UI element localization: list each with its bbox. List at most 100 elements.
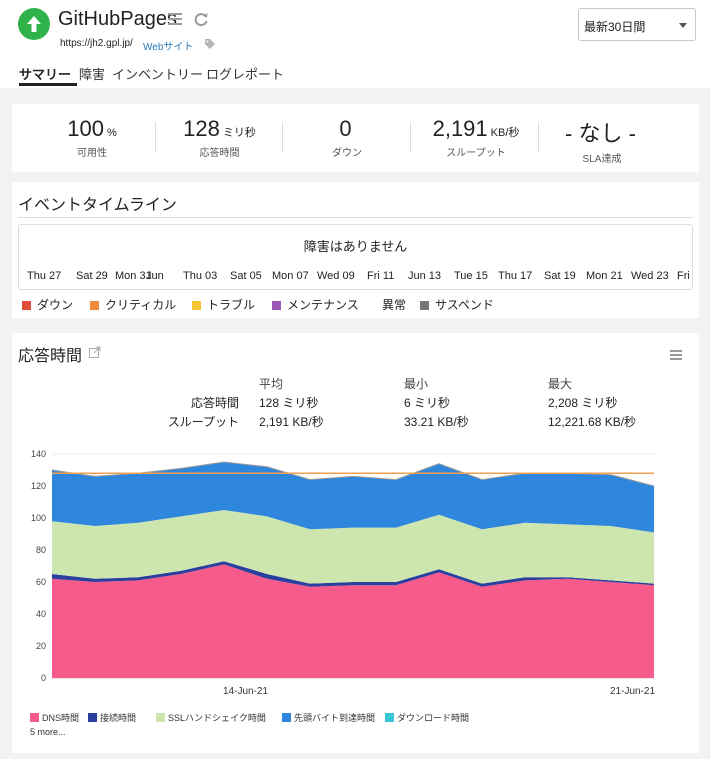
legend-item[interactable]: クリティカル — [90, 296, 176, 313]
x-tick-label: 21-Jun-21 — [610, 686, 655, 697]
summary-metrics: 100% 可用性 128 ミリ秒 応答時間 0 ダウン 2,191 KB/秒 スルー… — [12, 104, 699, 172]
legend-label: 異常 — [382, 298, 407, 312]
metric-unit: % — [106, 127, 117, 139]
metric-value: 100 — [67, 116, 104, 141]
tab-inventory[interactable]: インベントリー — [112, 64, 203, 83]
y-tick-label: 0 — [41, 673, 46, 683]
timeline-date-label: Tue 15 — [454, 270, 488, 282]
stats-header: 最大 — [548, 377, 573, 391]
timeline-date-label: Wed 09 — [317, 270, 355, 282]
series-legend-item[interactable]: SSLハンドシェイク時間 — [156, 711, 266, 724]
response-time-chart[interactable]: 0 20 40 60 80 100 120 140 14-Jun-21 21-Jun-21 — [12, 441, 699, 703]
y-tick-label: 120 — [31, 481, 46, 491]
divider — [410, 122, 411, 152]
metric-label: ダウン — [332, 148, 362, 159]
stats-cell: 12,221.68 KB/秒 — [548, 415, 637, 429]
y-tick-label: 20 — [36, 641, 46, 651]
expand-icon[interactable] — [89, 345, 101, 363]
series-label: SSLハンドシェイク時間 — [168, 713, 266, 723]
timeline-date-label: Thu 17 — [498, 270, 533, 282]
legend-label: サスペンド — [435, 298, 494, 312]
metric-value: 128 — [183, 116, 220, 141]
tab-outages[interactable]: 障害 — [79, 64, 105, 83]
metric-availability: 100% 可用性 — [42, 116, 142, 159]
more-series-link[interactable]: 5 more... — [30, 727, 66, 737]
timeline-date-label: Jun 13 — [408, 270, 442, 282]
timeline-date-label: Wed 23 — [631, 270, 669, 282]
legend-item[interactable]: トラブル — [192, 296, 255, 313]
series-swatch — [30, 713, 39, 722]
response-title: 応答時間 — [18, 348, 83, 365]
series-swatch — [282, 713, 291, 722]
series-legend-item[interactable]: DNS時間 — [30, 711, 79, 724]
timeline-date-label: Mon 21 — [586, 270, 623, 282]
monitor-url: https://jh2.gpl.jp/ — [60, 38, 133, 49]
series-legend-item[interactable]: 接続時間 — [88, 711, 136, 724]
legend-label: メンテナンス — [287, 298, 359, 312]
series-label: ダウンロード時間 — [397, 713, 470, 723]
timeline-date-label: Mon 07 — [272, 270, 309, 282]
monitor-type-link[interactable]: Webサイト — [143, 38, 193, 53]
y-tick-label: 60 — [36, 577, 46, 587]
metric-value: 0 — [339, 116, 352, 141]
series-label: DNS時間 — [42, 713, 80, 723]
stats-cell: 33.21 KB/秒 — [404, 415, 469, 429]
legend-swatch — [22, 301, 31, 310]
metric-label: SLA達成 — [582, 154, 622, 165]
x-tick-label: 14-Jun-21 — [223, 686, 268, 697]
event-timeline-card: イベントタイムライン 障害はありません Thu 27 Sat 29 Mon 31 Ju… — [12, 182, 699, 318]
timeline-date-label: Jun — [146, 270, 164, 282]
series-swatch — [156, 713, 165, 722]
hamburger-menu-icon[interactable] — [168, 12, 182, 30]
stats-cell: 128 ミリ秒 — [259, 396, 319, 410]
legend-item[interactable]: 異常 — [382, 296, 406, 313]
legend-label: クリティカル — [105, 298, 177, 312]
series-label: 先頭バイト到達時間 — [294, 713, 376, 723]
metric-label: 応答時間 — [199, 148, 240, 159]
metric-sla: - なし - SLA達成 — [547, 116, 657, 165]
status-up-icon — [18, 8, 50, 40]
timeline-date-label: Sat 05 — [230, 270, 262, 282]
legend-swatch — [272, 301, 281, 310]
legend-item[interactable]: サスペンド — [420, 296, 494, 313]
tag-icon[interactable] — [204, 37, 216, 55]
stats-row-label: スループット — [167, 415, 239, 429]
refresh-icon[interactable] — [193, 11, 209, 32]
legend-item[interactable]: メンテナンス — [272, 296, 359, 313]
metric-response-time: 128 ミリ秒 応答時間 — [162, 116, 277, 159]
metric-label: 可用性 — [77, 148, 107, 159]
metric-throughput: 2,191 KB/秒 スループット — [417, 116, 535, 159]
series-label: 接続時間 — [100, 713, 137, 723]
timeline-date-label: Sat 29 — [76, 270, 108, 282]
timeline-panel: 障害はありません Thu 27 Sat 29 Mon 31 Jun Thu 03 Sat … — [18, 224, 693, 290]
y-tick-label: 80 — [36, 545, 46, 555]
timeline-date-label: Thu 27 — [27, 270, 62, 282]
monitor-header: GitHubPages https://jh2.gpl.jp/ Webサイト 最… — [0, 0, 710, 88]
timeline-date-label: Thu 03 — [183, 270, 218, 282]
divider — [155, 122, 156, 152]
stats-row-label: 応答時間 — [190, 396, 239, 410]
metric-value: 2,191 — [432, 116, 488, 141]
no-incident-message: 障害はありません — [303, 239, 408, 254]
metric-unit: ミリ秒 — [222, 127, 256, 139]
stats-cell: 6 ミリ秒 — [404, 396, 451, 410]
period-selected-value: 最新30日間 — [584, 20, 646, 34]
stats-header: 平均 — [259, 377, 284, 391]
metric-label: スループット — [446, 148, 506, 159]
y-tick-label: 40 — [36, 609, 46, 619]
series-swatch — [385, 713, 394, 722]
metric-value: - なし - — [565, 121, 636, 146]
monitor-name: GitHubPages — [58, 8, 177, 30]
tab-summary[interactable]: サマリー — [19, 64, 71, 83]
metric-down: 0 ダウン — [297, 116, 397, 159]
series-legend-item[interactable]: 先頭バイト到達時間 — [282, 711, 375, 724]
timeline-date-label: Fri 11 — [367, 270, 395, 282]
legend-item[interactable]: ダウン — [22, 296, 73, 313]
series-legend-item[interactable]: ダウンロード時間 — [385, 711, 469, 724]
divider — [282, 122, 283, 152]
period-dropdown[interactable]: 最新30日間 — [578, 8, 696, 41]
chart-menu-icon[interactable] — [670, 347, 682, 365]
legend-label: トラブル — [207, 298, 256, 312]
tab-log-report[interactable]: ログレポート — [206, 64, 284, 83]
y-tick-label: 100 — [31, 513, 46, 523]
